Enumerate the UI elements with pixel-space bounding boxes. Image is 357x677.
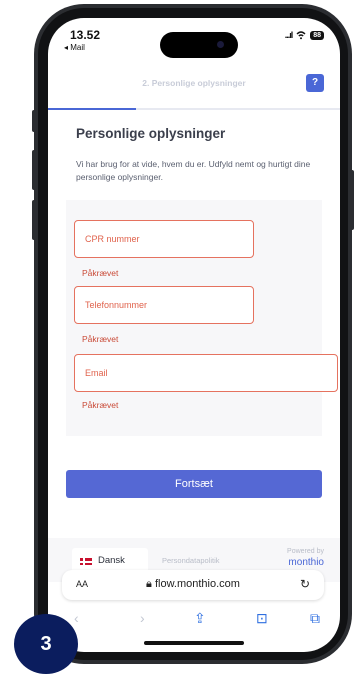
tabs-icon[interactable]: ⧉ (310, 610, 320, 627)
phone-placeholder: Telefonnummer (85, 300, 148, 310)
volume-down-button (32, 200, 36, 240)
camera-icon (217, 41, 224, 48)
language-label: Dansk (98, 555, 125, 566)
wifi-icon (296, 31, 306, 40)
forward-arrow-icon[interactable]: › (140, 610, 145, 626)
privacy-policy-link[interactable]: Persondatapolitik (162, 556, 220, 565)
step-header: 2. Personlige oplysninger ? (48, 68, 340, 112)
browser-toolbar: ‹ › ⇪ ⊡ ⧉ (48, 606, 340, 636)
cpr-error: Påkrævet (82, 268, 119, 278)
share-icon[interactable]: ⇪ (194, 610, 206, 627)
step-title: 2. Personlige oplysninger (142, 78, 246, 88)
url-text: 🔒︎ flow.monthio.com (62, 578, 324, 591)
email-field[interactable]: Email (74, 354, 338, 392)
form-card: CPR nummer Påkrævet Telefonnummer Påkræv… (66, 200, 338, 436)
url-label: flow.monthio.com (154, 578, 240, 590)
intro-text: Vi har brug for at vide, hvem du er. Udf… (76, 159, 311, 182)
phone-field[interactable]: Telefonnummer (74, 286, 254, 324)
brand-logo[interactable]: monthio (287, 557, 324, 568)
status-bar: 13.52 ◂ Mail ...ıl 88 (48, 18, 340, 58)
lock-icon: 🔒︎ (146, 578, 155, 590)
battery-icon: 88 (310, 30, 324, 40)
step-number-badge: 3 (14, 614, 78, 674)
address-bar[interactable]: AA 🔒︎ flow.monthio.com ↻ (62, 570, 324, 600)
email-placeholder: Email (85, 368, 108, 378)
back-arrow-icon[interactable]: ‹ (74, 610, 79, 626)
danish-flag-icon (80, 558, 92, 565)
bookmarks-icon[interactable]: ⊡ (256, 610, 268, 627)
progress-bar (48, 108, 340, 110)
back-to-mail-link[interactable]: ◂ Mail (64, 43, 85, 52)
cpr-placeholder: CPR nummer (85, 234, 140, 244)
power-button (350, 170, 354, 230)
volume-up-button (32, 150, 36, 190)
status-time: 13.52 (70, 28, 101, 42)
phone-error: Påkrævet (82, 334, 119, 344)
side-button (32, 110, 36, 132)
help-button[interactable]: ? (306, 74, 324, 92)
powered-by-label: Powered by (287, 548, 324, 555)
status-icons: ...ıl 88 (285, 30, 324, 40)
cpr-field[interactable]: CPR nummer (74, 220, 254, 258)
home-indicator (144, 641, 244, 645)
dynamic-island (160, 32, 238, 58)
email-error: Påkrævet (82, 400, 119, 410)
progress-fill (48, 108, 136, 110)
continue-button[interactable]: Fortsæt (66, 470, 322, 498)
reload-icon[interactable]: ↻ (300, 577, 310, 591)
page-title: Personlige oplysninger (76, 126, 226, 141)
powered-by: Powered by monthio (287, 548, 324, 568)
signal-icon: ...ıl (284, 30, 293, 40)
phone-screen: 13.52 ◂ Mail ...ıl 88 2. Personlige oply… (48, 18, 340, 652)
